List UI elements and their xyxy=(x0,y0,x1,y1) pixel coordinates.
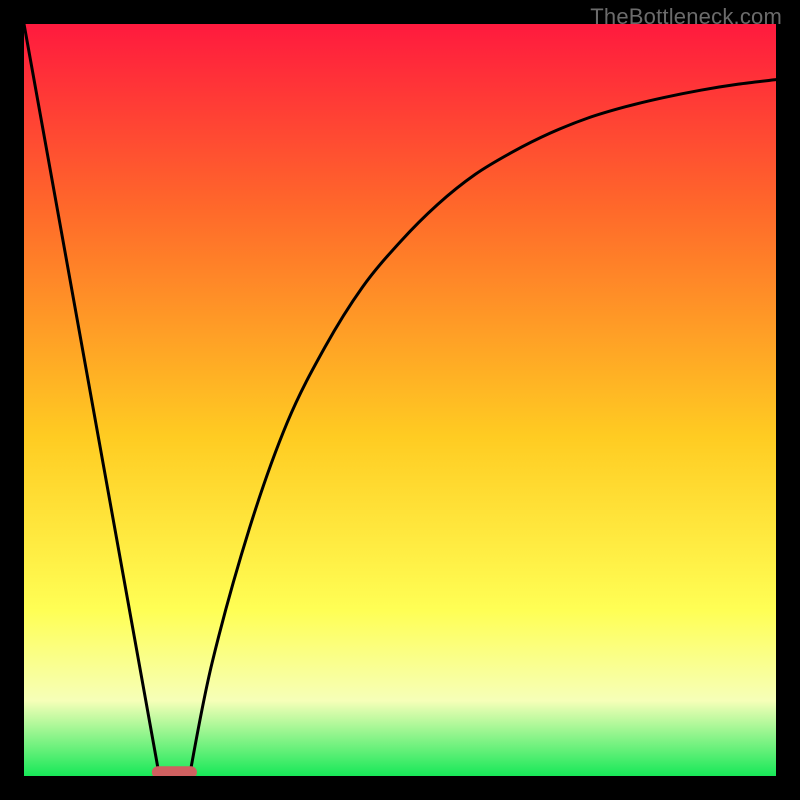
chart-frame: TheBottleneck.com xyxy=(0,0,800,800)
bottleneck-chart xyxy=(24,24,776,776)
plot-area xyxy=(24,24,776,776)
optimal-marker xyxy=(152,766,197,776)
gradient-background xyxy=(24,24,776,776)
